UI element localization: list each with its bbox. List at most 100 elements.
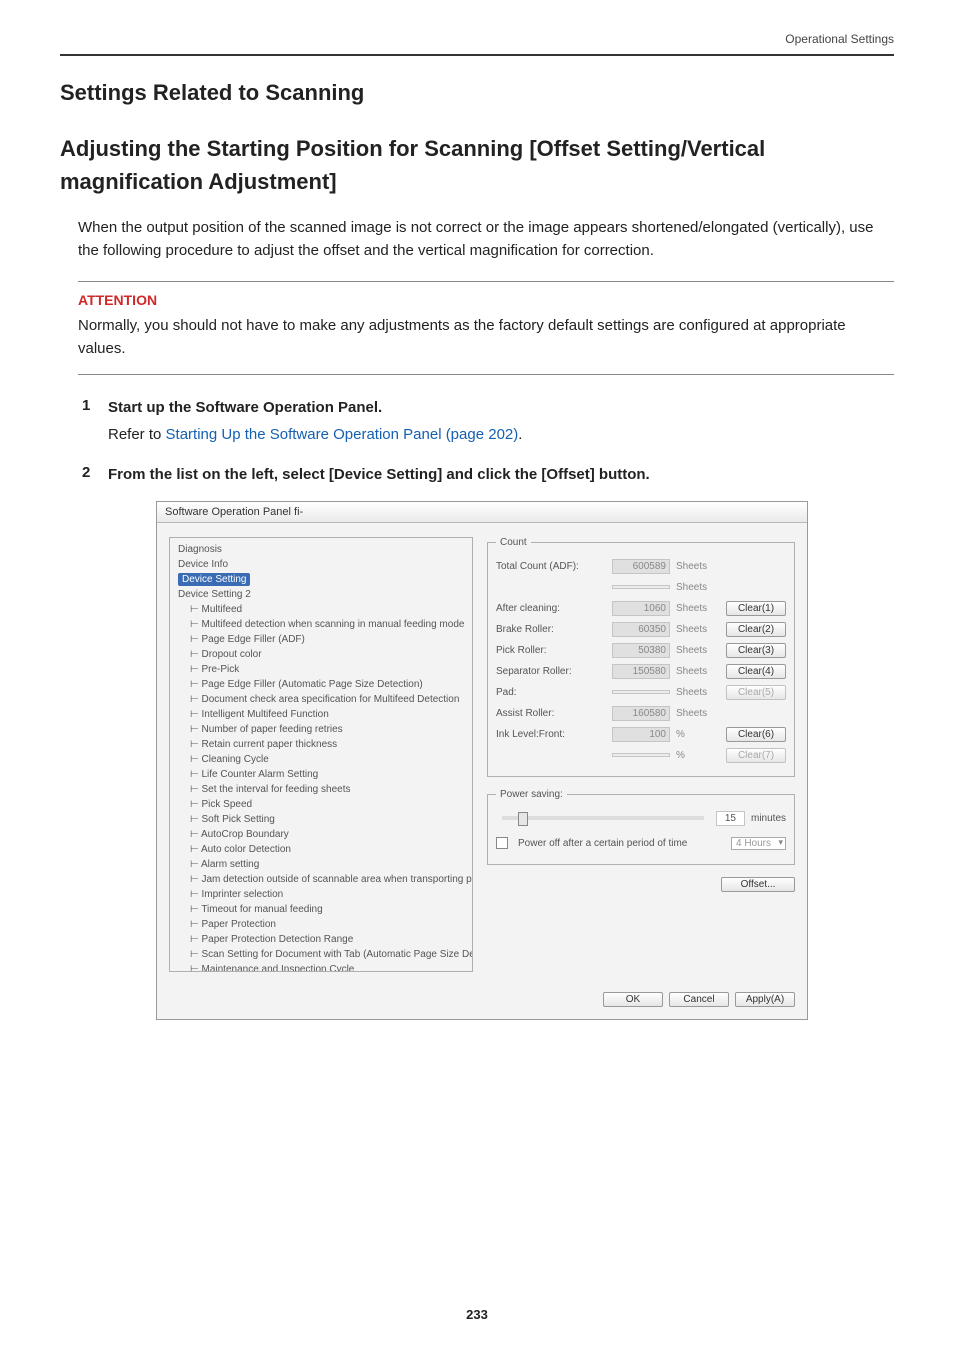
tree-item[interactable]: ⊢ Page Edge Filler (ADF) bbox=[174, 632, 468, 647]
count-value: 160580 bbox=[612, 706, 670, 721]
count-value: 600589 bbox=[612, 559, 670, 574]
power-slider[interactable] bbox=[502, 816, 704, 820]
offset-button[interactable]: Offset... bbox=[721, 877, 795, 892]
step-1-body-prefix: Refer to bbox=[108, 426, 166, 443]
tree-item[interactable]: Device Setting 2 bbox=[174, 587, 468, 602]
clear-button[interactable]: Clear(6) bbox=[726, 727, 786, 742]
step-1-body-suffix: . bbox=[518, 426, 522, 443]
count-value bbox=[612, 690, 670, 694]
tree-item[interactable]: ⊢ Timeout for manual feeding bbox=[174, 902, 468, 917]
step-1: Start up the Software Operation Panel. R… bbox=[82, 397, 894, 446]
page-number: 233 bbox=[0, 1307, 954, 1322]
clear-button: Clear(5) bbox=[726, 685, 786, 700]
count-row: Total Count (ADF): 600589 Sheets bbox=[496, 556, 786, 577]
step-2: From the list on the left, select [Devic… bbox=[82, 464, 894, 1020]
power-unit: minutes bbox=[751, 813, 786, 824]
count-unit: Sheets bbox=[676, 708, 720, 719]
count-label: Pick Roller: bbox=[496, 645, 606, 656]
intro-paragraph: When the output position of the scanned … bbox=[78, 216, 894, 263]
count-legend: Count bbox=[496, 537, 531, 548]
count-unit: Sheets bbox=[676, 561, 720, 572]
tree-item[interactable]: ⊢ Page Edge Filler (Automatic Page Size … bbox=[174, 677, 468, 692]
tree-item[interactable]: ⊢ Auto color Detection bbox=[174, 842, 468, 857]
tree-item[interactable]: ⊢ Imprinter selection bbox=[174, 887, 468, 902]
power-value: 15 bbox=[716, 811, 745, 826]
count-value: 150580 bbox=[612, 664, 670, 679]
cancel-button[interactable]: Cancel bbox=[669, 992, 729, 1007]
poweroff-checkbox[interactable] bbox=[496, 837, 508, 849]
step-1-title: Start up the Software Operation Panel. bbox=[108, 397, 894, 420]
count-unit: % bbox=[676, 729, 720, 740]
dialog-titlebar: Software Operation Panel fi- bbox=[157, 502, 807, 523]
count-row: % Clear(7) bbox=[496, 745, 786, 766]
tree-item[interactable]: ⊢ Pick Speed bbox=[174, 797, 468, 812]
tree-item[interactable]: ⊢ Paper Protection bbox=[174, 917, 468, 932]
count-label: Brake Roller: bbox=[496, 624, 606, 635]
clear-button[interactable]: Clear(4) bbox=[726, 664, 786, 679]
count-row: After cleaning:1060SheetsClear(1) bbox=[496, 598, 786, 619]
tree-item[interactable]: ⊢ Alarm setting bbox=[174, 857, 468, 872]
settings-tree[interactable]: DiagnosisDevice InfoDevice SettingDevice… bbox=[169, 537, 473, 972]
count-fieldset: Count Total Count (ADF): 600589 Sheets Shee… bbox=[487, 537, 795, 777]
count-unit: Sheets bbox=[676, 582, 720, 593]
tree-item[interactable]: ⊢ Soft Pick Setting bbox=[174, 812, 468, 827]
tree-item[interactable]: ⊢ Number of paper feeding retries bbox=[174, 722, 468, 737]
count-row: Ink Level:Front: 100% Clear(6) bbox=[496, 724, 786, 745]
power-legend: Power saving: bbox=[496, 789, 567, 800]
count-unit: Sheets bbox=[676, 645, 720, 656]
tree-item[interactable]: ⊢ Pre-Pick bbox=[174, 662, 468, 677]
tree-item[interactable]: Diagnosis bbox=[174, 542, 468, 557]
header-rule bbox=[60, 54, 894, 56]
count-label: After cleaning: bbox=[496, 603, 606, 614]
clear-button[interactable]: Clear(3) bbox=[726, 643, 786, 658]
count-value: 60350 bbox=[612, 622, 670, 637]
tree-item[interactable]: ⊢ Life Counter Alarm Setting bbox=[174, 767, 468, 782]
tree-item[interactable]: ⊢ Document check area specification for … bbox=[174, 692, 468, 707]
clear-button: Clear(7) bbox=[726, 748, 786, 763]
tree-item[interactable]: ⊢ Jam detection outside of scannable are… bbox=[174, 872, 468, 887]
tree-item[interactable]: ⊢ Maintenance and Inspection Cycle bbox=[174, 962, 468, 972]
tree-item[interactable]: ⊢ Dropout color bbox=[174, 647, 468, 662]
tree-item[interactable]: ⊢ AutoCrop Boundary bbox=[174, 827, 468, 842]
count-value: 100 bbox=[612, 727, 670, 742]
count-label: Separator Roller: bbox=[496, 666, 606, 677]
count-label: Total Count (ADF): bbox=[496, 561, 606, 572]
tree-item[interactable]: ⊢ Scan Setting for Document with Tab (Au… bbox=[174, 947, 468, 962]
count-row: Assist Roller: 160580 Sheets bbox=[496, 703, 786, 724]
count-value: 50380 bbox=[612, 643, 670, 658]
section-heading: Settings Related to Scanning bbox=[60, 80, 894, 106]
count-row: Sheets bbox=[496, 577, 786, 598]
subsection-heading: Adjusting the Starting Position for Scan… bbox=[60, 132, 894, 198]
tree-item[interactable]: Device Setting bbox=[174, 572, 468, 587]
tree-item[interactable]: ⊢ Retain current paper thickness bbox=[174, 737, 468, 752]
count-value: 1060 bbox=[612, 601, 670, 616]
apply-button[interactable]: Apply(A) bbox=[735, 992, 795, 1007]
poweroff-label: Power off after a certain period of time bbox=[518, 838, 725, 849]
tree-item[interactable]: Device Info bbox=[174, 557, 468, 572]
step-1-link[interactable]: Starting Up the Software Operation Panel… bbox=[166, 426, 519, 443]
power-fieldset: Power saving: 15 minutes bbox=[487, 789, 795, 865]
attention-label: ATTENTION bbox=[78, 292, 894, 308]
clear-button[interactable]: Clear(2) bbox=[726, 622, 786, 637]
tree-item[interactable]: ⊢ Intelligent Multifeed Function bbox=[174, 707, 468, 722]
count-label: Assist Roller: bbox=[496, 708, 606, 719]
sop-dialog: Software Operation Panel fi- DiagnosisDe… bbox=[156, 501, 808, 1020]
tree-item[interactable]: ⊢ Set the interval for feeding sheets bbox=[174, 782, 468, 797]
count-row: Pick Roller: 50380 Sheets Clear(3) bbox=[496, 640, 786, 661]
tree-item[interactable]: ⊢ Multifeed bbox=[174, 602, 468, 617]
count-unit: Sheets bbox=[676, 687, 720, 698]
steps-list: Start up the Software Operation Panel. R… bbox=[82, 397, 894, 1020]
step-2-title: From the list on the left, select [Devic… bbox=[108, 464, 894, 487]
tree-item[interactable]: ⊢ Cleaning Cycle bbox=[174, 752, 468, 767]
count-row: Separator Roller:150580SheetsClear(4) bbox=[496, 661, 786, 682]
poweroff-dropdown[interactable]: 4 Hours bbox=[731, 837, 786, 850]
count-unit: % bbox=[676, 750, 720, 761]
power-slider-thumb[interactable] bbox=[518, 812, 528, 826]
count-row: Pad:SheetsClear(5) bbox=[496, 682, 786, 703]
ok-button[interactable]: OK bbox=[603, 992, 663, 1007]
clear-button[interactable]: Clear(1) bbox=[726, 601, 786, 616]
tree-item[interactable]: ⊢ Multifeed detection when scanning in m… bbox=[174, 617, 468, 632]
count-label: Ink Level:Front: bbox=[496, 729, 606, 740]
step-1-body: Refer to Starting Up the Software Operat… bbox=[108, 424, 894, 447]
tree-item[interactable]: ⊢ Paper Protection Detection Range bbox=[174, 932, 468, 947]
